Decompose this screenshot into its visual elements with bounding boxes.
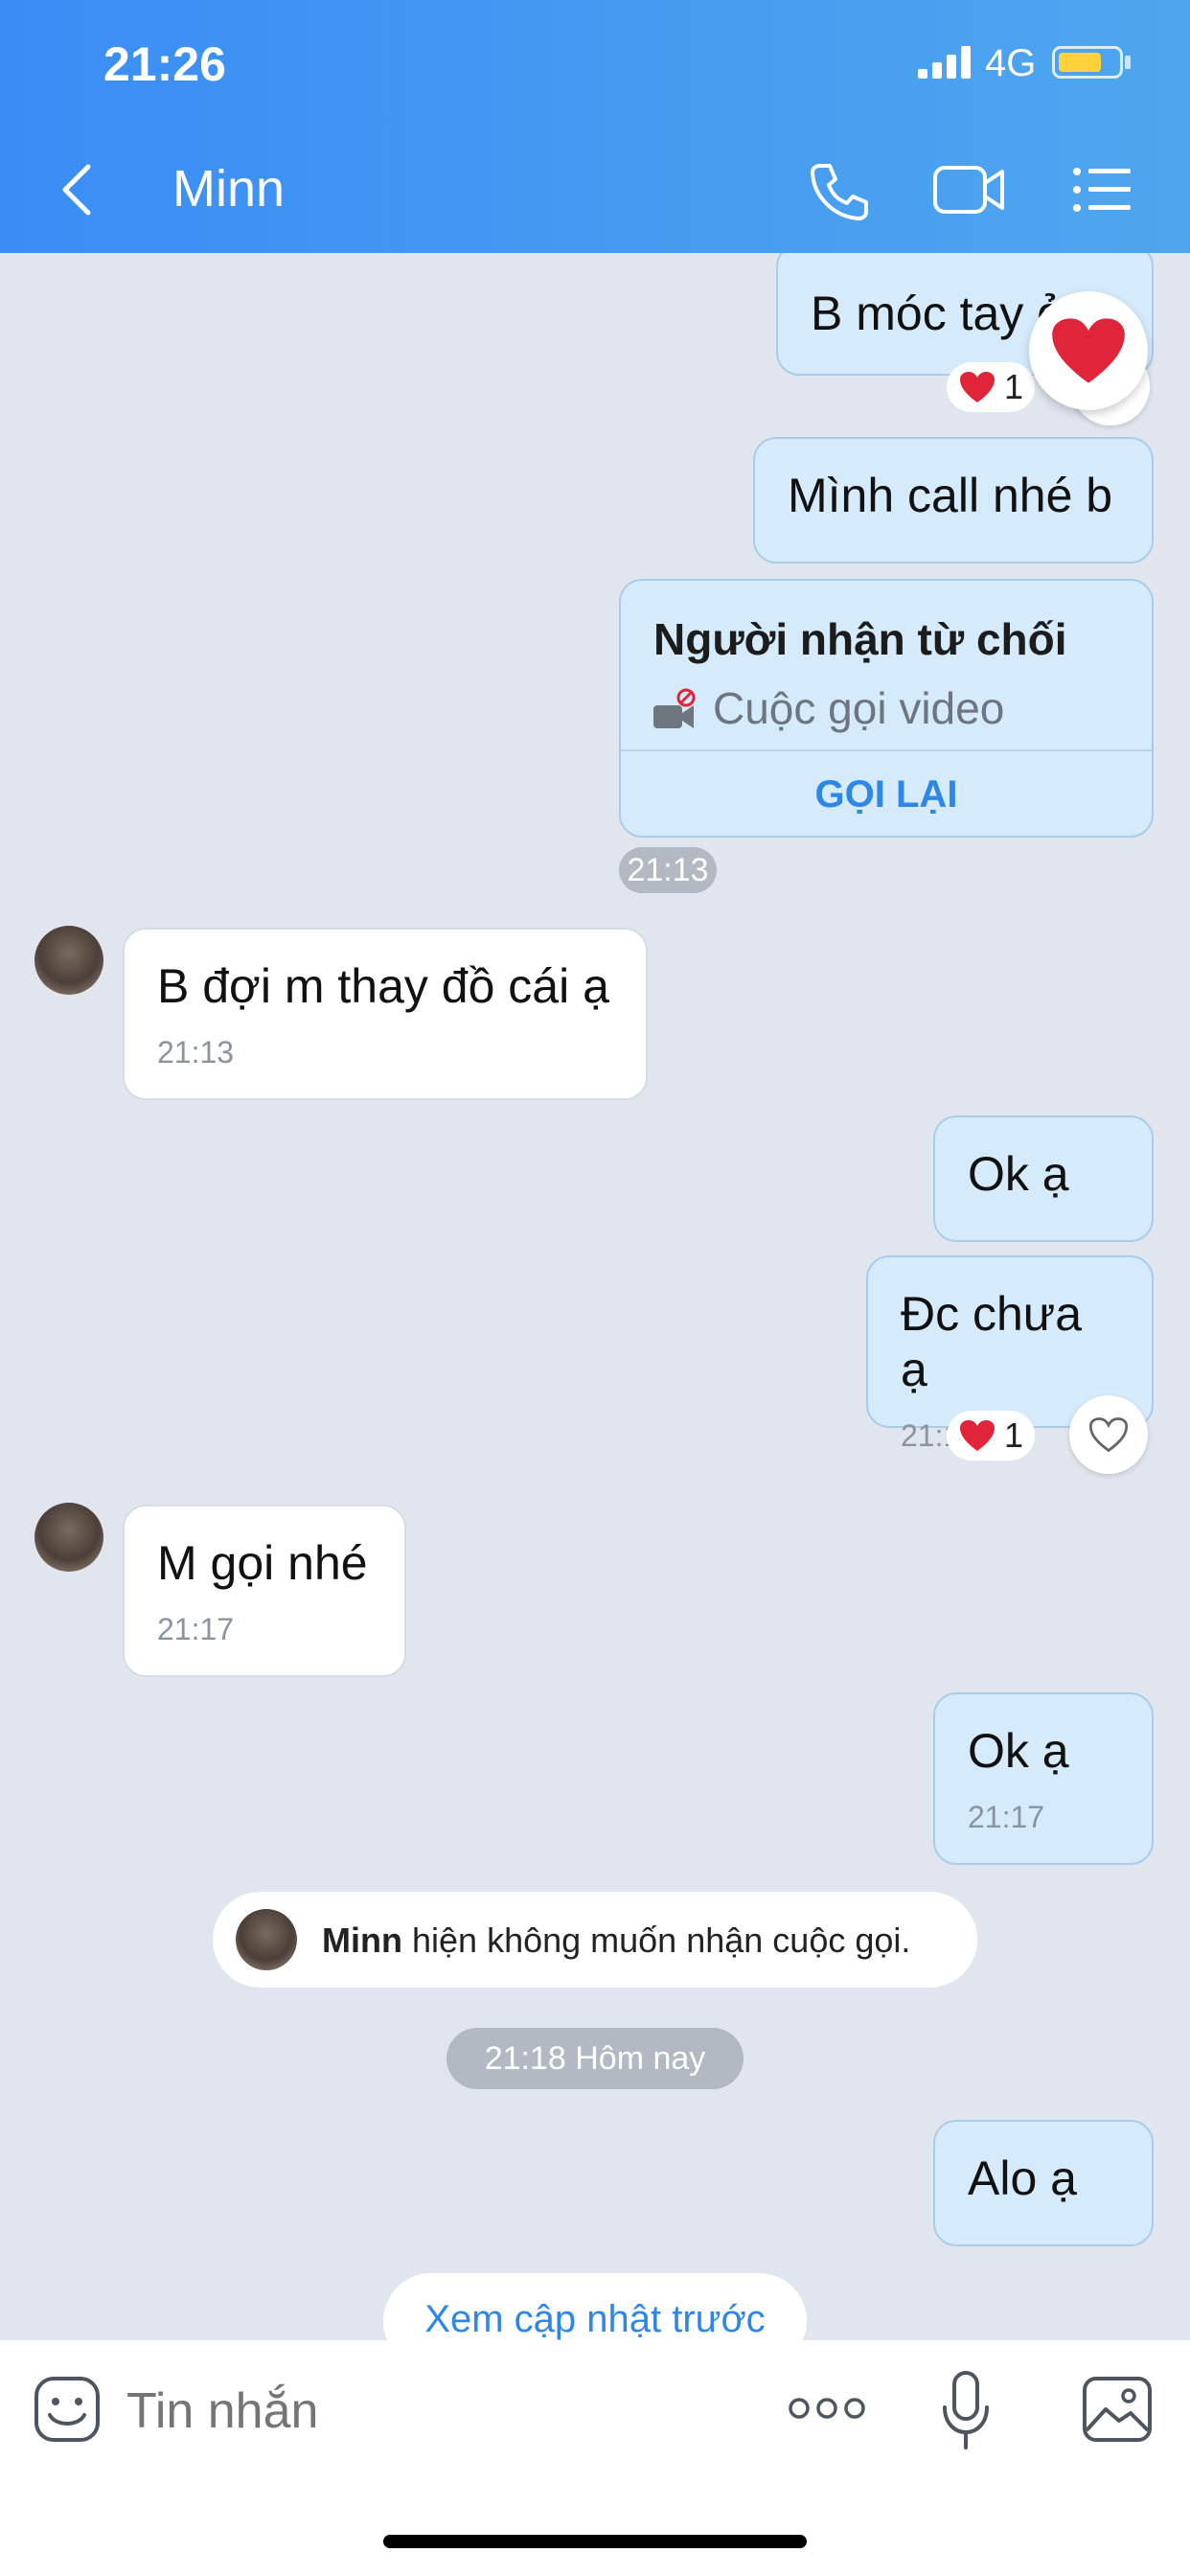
- reaction-badge[interactable]: 1: [947, 1411, 1036, 1460]
- more-icon[interactable]: [788, 2394, 866, 2423]
- network-type: 4G: [985, 42, 1037, 84]
- call-card[interactable]: Người nhận từ chối Cuộc gọi video GỌI LẠ…: [619, 579, 1154, 838]
- message-text: Alo ạ: [968, 2151, 1077, 2205]
- signal-icon: [918, 46, 971, 79]
- message-text: Mình call nhé b: [788, 469, 1113, 522]
- call-back-button[interactable]: GỌI LẠI: [621, 751, 1152, 838]
- message-list[interactable]: B móc tay ở 1 Mình call nhé b Người nhận…: [0, 253, 1190, 2340]
- message-time: 21:13: [157, 1035, 235, 1070]
- message-bubble-outgoing[interactable]: Mình call nhé b: [753, 437, 1154, 564]
- message-time: 21:17: [157, 1612, 235, 1646]
- battery-icon: [1052, 46, 1123, 79]
- microphone-icon[interactable]: [941, 2369, 991, 2451]
- missed-video-call-icon: [653, 688, 696, 728]
- message-text: Đc chưa ạ: [901, 1287, 1083, 1396]
- contact-name[interactable]: Minn: [172, 159, 285, 218]
- avatar[interactable]: [34, 1503, 103, 1572]
- message-text: B đợi m thay đồ cái ạ: [157, 959, 609, 1013]
- heart-outline-icon: [1088, 1417, 1129, 1453]
- avatar: [236, 1909, 297, 1970]
- message-bubble-outgoing[interactable]: Alo ạ: [933, 2120, 1154, 2246]
- message-text: Ok ạ: [968, 1147, 1069, 1201]
- message-input-bar: [0, 2340, 1190, 2576]
- reaction-badge[interactable]: 1: [947, 362, 1036, 412]
- heart-icon: [960, 1420, 995, 1451]
- date-divider: 21:18 Hôm nay: [446, 2028, 744, 2089]
- floating-heart-reaction: [1029, 291, 1148, 410]
- reaction-count: 1: [1004, 367, 1024, 406]
- heart-icon: [1052, 318, 1125, 383]
- menu-list-icon[interactable]: [1071, 158, 1134, 221]
- image-icon[interactable]: [1081, 2375, 1154, 2444]
- time-pill: 21:13: [619, 847, 717, 893]
- chat-header: 21:26 4G Minn: [0, 0, 1190, 253]
- back-icon[interactable]: [57, 161, 96, 218]
- phone-icon[interactable]: [805, 158, 872, 225]
- message-bubble-incoming[interactable]: M gọi nhé 21:17: [123, 1505, 406, 1677]
- notice-text: hiện không muốn nhận cuộc gọi.: [412, 1920, 911, 1960]
- home-indicator: [383, 2535, 807, 2548]
- call-card-subtitle: Cuộc gọi video: [713, 683, 1005, 733]
- video-call-icon[interactable]: [931, 158, 1008, 221]
- message-text: Ok ạ: [968, 1724, 1069, 1778]
- status-time: 21:26: [103, 37, 226, 91]
- call-card-title: Người nhận từ chối: [653, 614, 1067, 664]
- heart-icon: [960, 372, 995, 402]
- message-input[interactable]: [125, 2377, 665, 2446]
- avatar[interactable]: [34, 926, 103, 995]
- notice-name: Minn: [322, 1920, 402, 1960]
- message-text: M gọi nhé: [157, 1536, 368, 1590]
- reaction-count: 1: [1004, 1415, 1024, 1455]
- load-previous-button[interactable]: Xem cập nhật trước: [383, 2273, 807, 2340]
- message-bubble-outgoing[interactable]: Ok ạ: [933, 1116, 1154, 1242]
- message-text: B móc tay ở: [811, 287, 1068, 340]
- message-bubble-outgoing[interactable]: Ok ạ 21:17: [933, 1692, 1154, 1865]
- message-bubble-incoming[interactable]: B đợi m thay đồ cái ạ 21:13: [123, 928, 648, 1100]
- like-button[interactable]: [1069, 1395, 1148, 1474]
- message-time: 21:17: [968, 1800, 1045, 1834]
- system-notice: Minn hiện không muốn nhận cuộc gọi.: [213, 1892, 977, 1988]
- sticker-icon[interactable]: [33, 2375, 102, 2444]
